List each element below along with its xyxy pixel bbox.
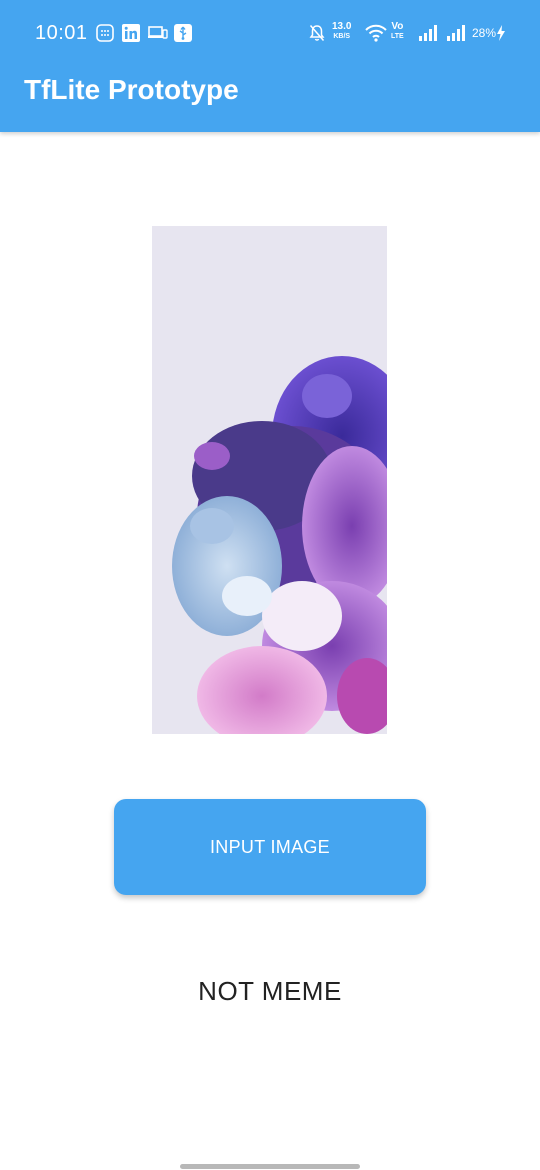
network-type-top: Vo (391, 21, 404, 32)
input-image-button[interactable]: INPUT IMAGE (114, 799, 426, 895)
cast-icon (148, 24, 168, 42)
selected-image (152, 226, 387, 734)
wifi-icon (365, 24, 387, 42)
signal-icon (446, 24, 466, 42)
prediction-result: NOT MEME (198, 976, 342, 1006)
linkedin-icon (122, 24, 140, 42)
status-time: 10:01 (35, 22, 88, 44)
signal-icon (418, 24, 438, 42)
network-speed: 13.0 KB/S (332, 22, 351, 42)
home-indicator[interactable] (180, 1164, 360, 1169)
network-type-bottom: LTE (391, 33, 404, 40)
mute-icon (309, 24, 325, 42)
network-type: Vo LTE (391, 22, 404, 42)
app-bar: 10:01 13.0 KB/S Vo LTE 28% TfLite Protot… (0, 0, 540, 132)
app-title: TfLite Prototype (24, 74, 239, 105)
network-speed-unit: KB/S (333, 33, 351, 40)
usb-icon (174, 24, 192, 42)
battery-percent: 28% (472, 26, 497, 40)
status-bar: 10:01 13.0 KB/S Vo LTE 28% (0, 0, 540, 66)
message-icon (96, 24, 114, 42)
network-speed-value: 13.0 (332, 21, 352, 32)
charging-icon (496, 24, 506, 42)
